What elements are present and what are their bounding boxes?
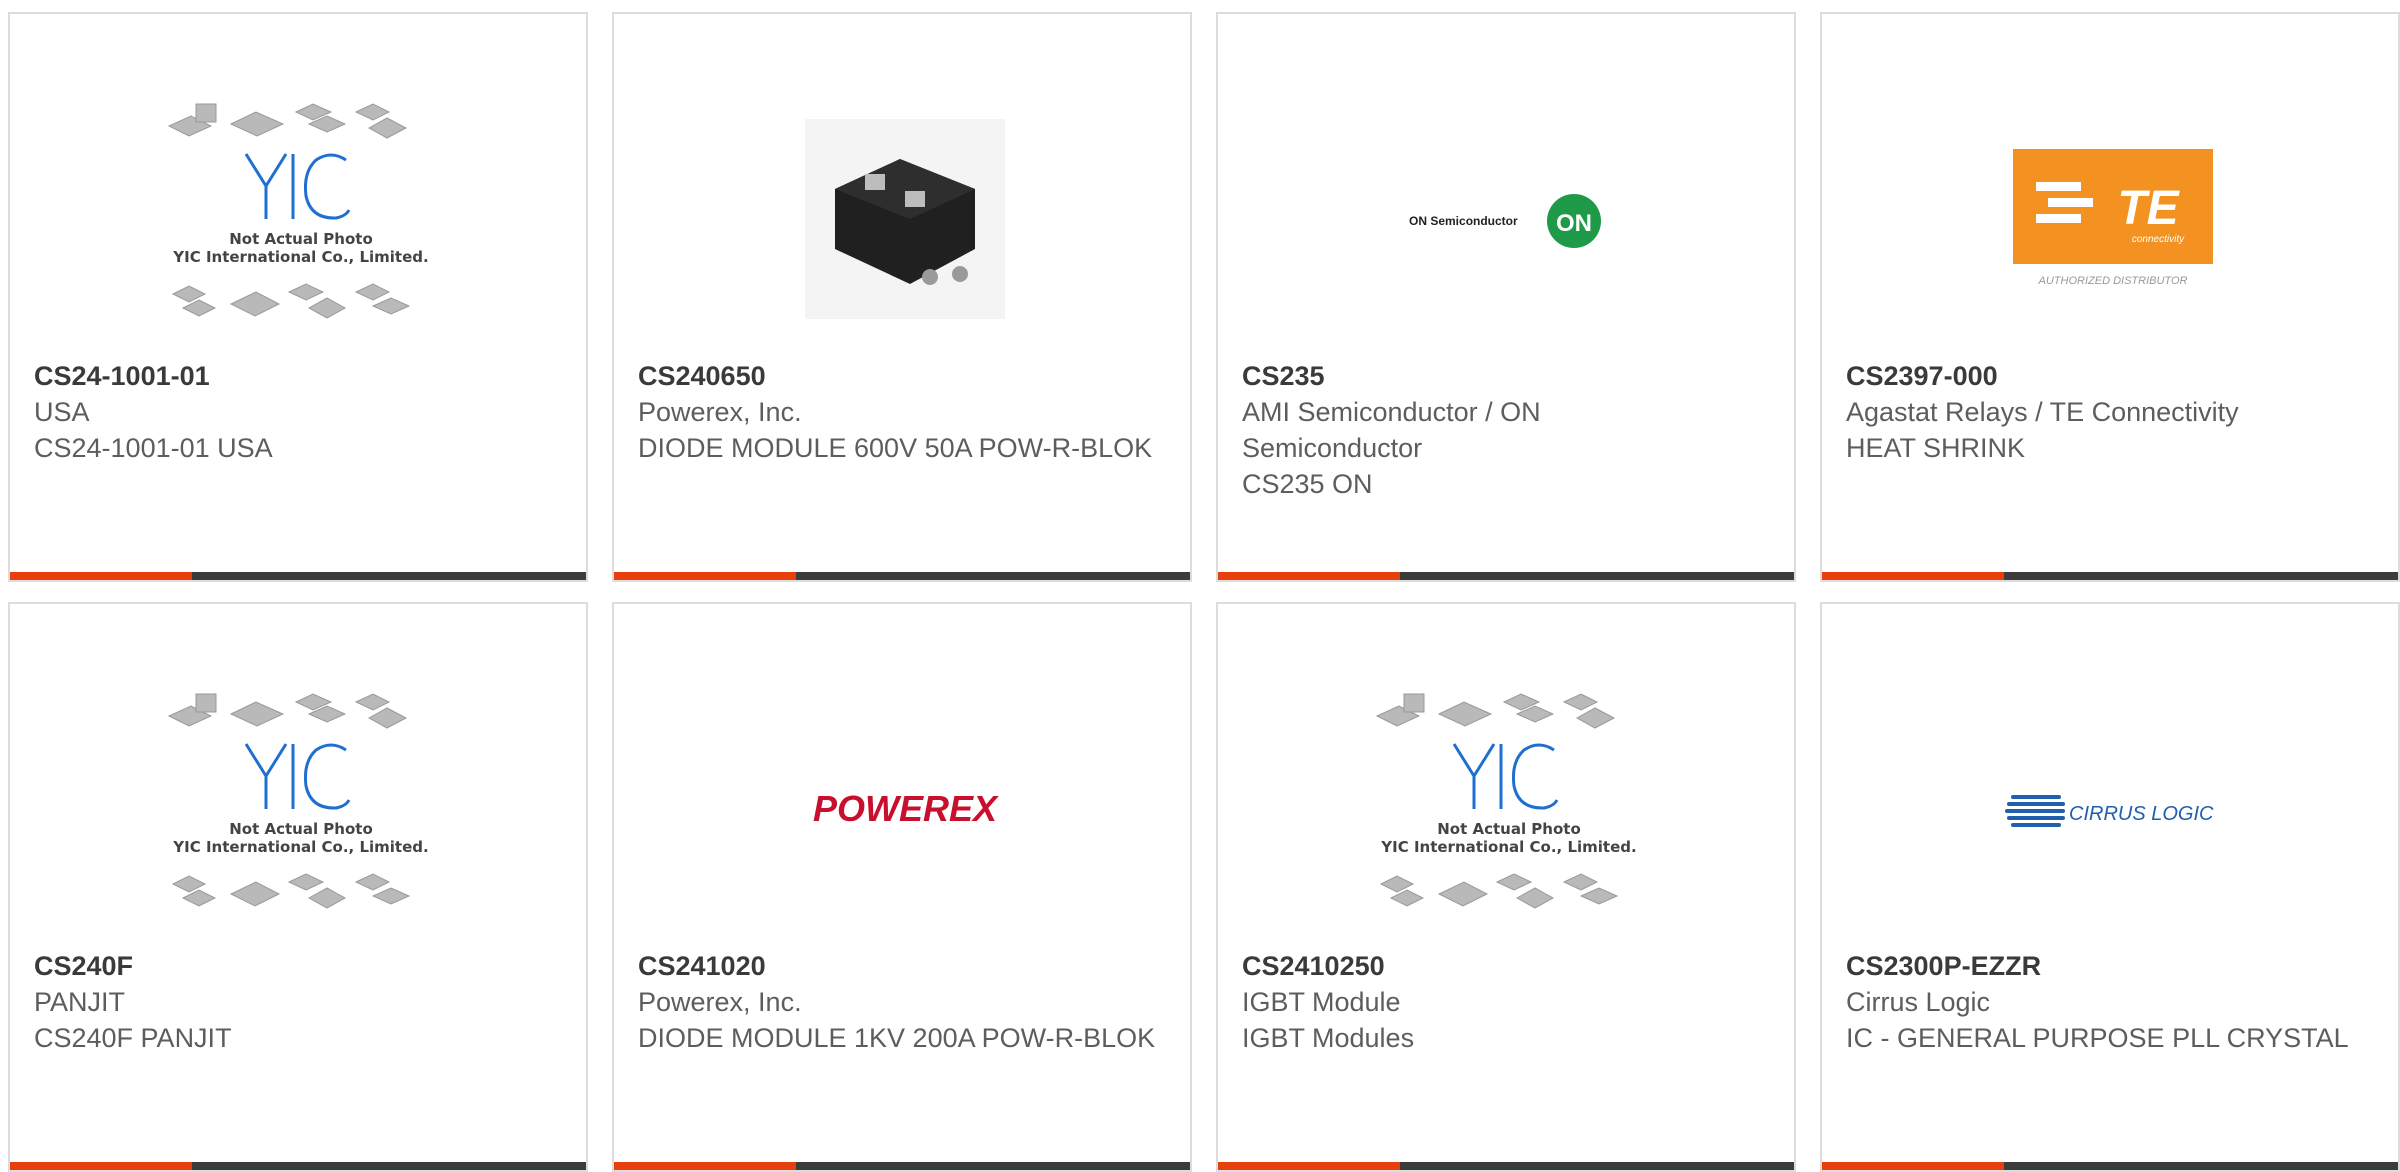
card-bottom-bar bbox=[10, 1162, 586, 1170]
product-card[interactable]: TE connectivity AUTHORIZED DISTRIBUTOR C… bbox=[1820, 12, 2400, 582]
product-card[interactable]: Not Actual Photo YIC International Co., … bbox=[1216, 602, 1796, 1172]
manufacturer: Agastat Relays / TE Connectivity bbox=[1846, 397, 2239, 427]
on-semi-logo: ON Semiconductor ON bbox=[1409, 194, 1601, 248]
te-mark: TE bbox=[2117, 182, 2180, 235]
manufacturer-logo[interactable]: CIRRUS LOGIC bbox=[1957, 664, 2269, 954]
card-accent bbox=[10, 572, 192, 580]
manufacturer: Powerex, Inc. bbox=[638, 397, 802, 427]
description: IC - GENERAL PURPOSE PLL CRYSTAL bbox=[1846, 1020, 2378, 1092]
part-number-link[interactable]: CS2410250 bbox=[1242, 948, 1774, 984]
part-number-link[interactable]: CS24-1001-01 bbox=[34, 358, 566, 394]
manufacturer-text: AMI Semiconductor / ON Semiconductor bbox=[1242, 397, 1541, 463]
description: CS240F PANJIT bbox=[34, 1023, 232, 1053]
description: DIODE MODULE 600V 50A POW-R-BLOK bbox=[638, 430, 1170, 502]
te-sub: connectivity bbox=[2132, 234, 2185, 245]
cirrus-logo-text: CIRRUS LOGIC bbox=[2069, 803, 2214, 825]
card-bottom-bar bbox=[1822, 1162, 2398, 1170]
manufacturer: PANJIT bbox=[34, 987, 126, 1017]
on-semi-badge: ON bbox=[1556, 210, 1592, 237]
product-card[interactable]: CIRRUS LOGIC CS2300P-EZZR Cirrus Logic I… bbox=[1820, 602, 2400, 1172]
manufacturer-logo[interactable]: TE connectivity AUTHORIZED DISTRIBUTOR bbox=[1957, 74, 2269, 364]
description-text: DIODE MODULE 1KV 200A POW-R-BLOK bbox=[638, 1023, 1156, 1053]
part-number-link[interactable]: CS241020 bbox=[638, 948, 1170, 984]
product-photo[interactable] bbox=[749, 74, 1061, 364]
manufacturer-logo[interactable]: ON Semiconductor ON bbox=[1353, 74, 1665, 364]
description: CS235 ON bbox=[1242, 469, 1373, 499]
card-accent bbox=[614, 572, 796, 580]
description-text: IC - GENERAL PURPOSE PLL CRYSTAL bbox=[1846, 1023, 2349, 1053]
product-card[interactable]: Not Actual Photo YIC International Co., … bbox=[8, 12, 588, 582]
te-logo: TE connectivity AUTHORIZED DISTRIBUTOR bbox=[2013, 149, 2213, 287]
placeholder-line1: Not Actual Photo bbox=[229, 820, 373, 838]
on-semi-logo-text: ON Semiconductor bbox=[1409, 214, 1518, 228]
card-bottom-bar bbox=[1822, 572, 2398, 580]
card-bottom-bar bbox=[10, 572, 586, 580]
placeholder-line1: Not Actual Photo bbox=[1437, 820, 1581, 838]
manufacturer: Powerex, Inc. bbox=[638, 987, 802, 1017]
product-image-placeholder[interactable]: Not Actual Photo YIC International Co., … bbox=[1353, 664, 1665, 954]
part-number-link[interactable]: CS2300P-EZZR bbox=[1846, 948, 2378, 984]
powerex-logo-text: POWEREX bbox=[813, 788, 999, 829]
product-image-placeholder[interactable]: Not Actual Photo YIC International Co., … bbox=[145, 664, 457, 954]
description: HEAT SHRINK bbox=[1846, 433, 2026, 463]
card-bottom-bar bbox=[1218, 572, 1794, 580]
card-bottom-bar bbox=[614, 572, 1190, 580]
card-bottom-bar bbox=[614, 1162, 1190, 1170]
description: DIODE MODULE 1KV 200A POW-R-BLOK bbox=[638, 1020, 1170, 1092]
diode-module-photo bbox=[805, 119, 1005, 319]
yic-placeholder-image: Not Actual Photo YIC International Co., … bbox=[167, 103, 429, 319]
part-number-link[interactable]: CS240650 bbox=[638, 358, 1170, 394]
card-accent bbox=[10, 1162, 192, 1170]
part-number-link[interactable]: CS2397-000 bbox=[1846, 358, 2378, 394]
card-accent bbox=[614, 1162, 796, 1170]
te-tagline: AUTHORIZED DISTRIBUTOR bbox=[2038, 275, 2188, 287]
yic-placeholder-image: Not Actual Photo YIC International Co., … bbox=[167, 693, 429, 909]
placeholder-line2: YIC International Co., Limited. bbox=[172, 248, 428, 266]
description: CS24-1001-01 USA bbox=[34, 433, 273, 463]
card-bottom-bar bbox=[1218, 1162, 1794, 1170]
cirrus-logo: CIRRUS LOGIC bbox=[2005, 795, 2214, 827]
description: IGBT Modules bbox=[1242, 1023, 1415, 1053]
product-card[interactable]: Not Actual Photo YIC International Co., … bbox=[8, 602, 588, 1172]
card-accent bbox=[1218, 1162, 1400, 1170]
manufacturer: Cirrus Logic bbox=[1846, 987, 1991, 1017]
product-card[interactable]: ON Semiconductor ON CS235 AMI Semiconduc… bbox=[1216, 12, 1796, 582]
product-card[interactable]: POWEREX CS241020 Powerex, Inc. DIODE MOD… bbox=[612, 602, 1192, 1172]
placeholder-line1: Not Actual Photo bbox=[229, 230, 373, 248]
manufacturer: USA bbox=[34, 397, 90, 427]
manufacturer: IGBT Module bbox=[1242, 987, 1401, 1017]
placeholder-line2: YIC International Co., Limited. bbox=[1380, 838, 1636, 856]
product-card[interactable]: CS240650 Powerex, Inc. DIODE MODULE 600V… bbox=[612, 12, 1192, 582]
manufacturer: AMI Semiconductor / ON Semiconductor bbox=[1242, 394, 1642, 466]
powerex-logo: POWEREX bbox=[813, 788, 999, 829]
yic-placeholder-image: Not Actual Photo YIC International Co., … bbox=[1375, 693, 1637, 909]
part-number-link[interactable]: CS240F bbox=[34, 948, 566, 984]
manufacturer-logo[interactable]: POWEREX bbox=[749, 664, 1061, 954]
placeholder-line2: YIC International Co., Limited. bbox=[172, 838, 428, 856]
card-accent bbox=[1822, 1162, 2004, 1170]
product-image-placeholder[interactable]: Not Actual Photo YIC International Co., … bbox=[145, 74, 457, 364]
part-number-link[interactable]: CS235 bbox=[1242, 358, 1774, 394]
product-grid: Not Actual Photo YIC International Co., … bbox=[0, 0, 2400, 1172]
card-accent bbox=[1218, 572, 1400, 580]
description-text: DIODE MODULE 600V 50A POW-R-BLOK bbox=[638, 433, 1153, 463]
card-accent bbox=[1822, 572, 2004, 580]
